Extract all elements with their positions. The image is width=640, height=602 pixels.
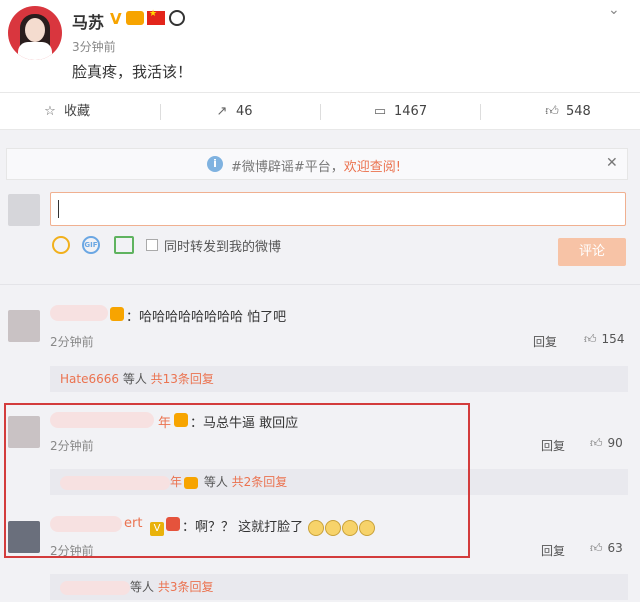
sub-replies-bar[interactable]: Hate6666 等人 共13条回复 [50,366,628,392]
comment-like-count: 63 [607,541,623,555]
thumbs-up-icon: 👍︎ [584,332,597,346]
china-flag-icon [147,9,165,25]
panda-icon [169,10,185,26]
thumbs-up-icon: 👍︎ [590,541,603,555]
sub-replies-bar[interactable]: 等人 共3条回复 [50,574,628,600]
image-icon[interactable] [114,236,134,254]
like-button[interactable]: 👍︎ 548 [544,93,591,131]
repost-button[interactable]: ↗ 46 [214,93,253,131]
my-avatar [8,194,40,226]
commenter-avatar[interactable] [8,310,40,342]
thumbs-up-icon: 👍︎ [545,104,559,119]
repost-checkbox-label[interactable]: 同时转发到我的微博 [164,236,281,255]
repost-count: 46 [236,104,253,119]
favorite-label: 收藏 [64,104,91,119]
member-crown-icon [110,307,124,321]
reply-button[interactable]: 回复 [541,542,565,559]
comment-button[interactable]: ▭ 1467 [372,93,427,131]
text-cursor [58,200,59,218]
verified-v-icon: V [110,10,122,28]
gif-icon[interactable]: GIF [82,236,100,254]
thumbs-up-icon: 👍︎ [590,436,603,450]
post-card: 马苏 V 3分钟前 脸真疼，我活该！ ⌄ [0,0,640,92]
comment-time[interactable]: 2分钟前 [50,333,94,350]
favorite-button[interactable]: ☆ 收藏 [42,93,90,131]
comment-text: ：哈哈哈哈哈哈哈哈 怕了吧 [126,310,287,325]
submit-comment-button[interactable]: 评论 [558,238,626,266]
member-crown-icon [126,11,144,25]
comment-icon: ▭ [373,104,387,119]
info-icon: i [207,156,223,172]
reply-button[interactable]: 回复 [541,437,565,454]
blurred-username [60,580,130,595]
close-icon[interactable]: ✕ [606,155,618,171]
reply-button[interactable]: 回复 [533,333,557,350]
rumor-notice: i #微博辟谣#平台，欢迎查阅! ✕ [6,148,628,180]
highlight-box [4,403,470,558]
reply-user[interactable]: Hate6666 [60,372,119,386]
post-time[interactable]: 3分钟前 [72,38,116,55]
repost-checkbox[interactable] [146,239,158,251]
notice-text: #微博辟谣#平台， [231,160,344,175]
emoji-icon[interactable] [52,236,70,254]
reply-count-link[interactable]: 共13条回复 [151,372,214,386]
comment-like-button[interactable]: 👍︎ 90 [590,436,623,451]
reply-count-link[interactable]: 共3条回复 [158,580,214,594]
comment-like-count: 154 [601,332,625,346]
like-count: 548 [566,104,591,119]
repost-icon: ↗ [216,104,228,119]
comment-like-count: 90 [607,436,623,450]
author-avatar[interactable] [8,6,62,60]
comment-input[interactable] [50,192,626,226]
blurred-username [50,305,108,321]
author-name[interactable]: 马苏 [72,9,104,33]
comment-like-button[interactable]: 👍︎ 154 [584,332,624,347]
comment-like-button[interactable]: 👍︎ 63 [590,541,623,556]
chevron-down-icon[interactable]: ⌄ [608,2,620,18]
post-text: 脸真疼，我活该！ [72,63,193,81]
sub-reply-text: 等人 [130,580,158,594]
sub-reply-text: 等人 [119,372,151,386]
post-actions-bar: ☆ 收藏 ↗ 46 ▭ 1467 👍︎ 548 [0,92,640,130]
star-icon: ☆ [44,104,56,119]
comment-count: 1467 [394,104,428,119]
notice-link[interactable]: 欢迎查阅! [344,160,401,175]
